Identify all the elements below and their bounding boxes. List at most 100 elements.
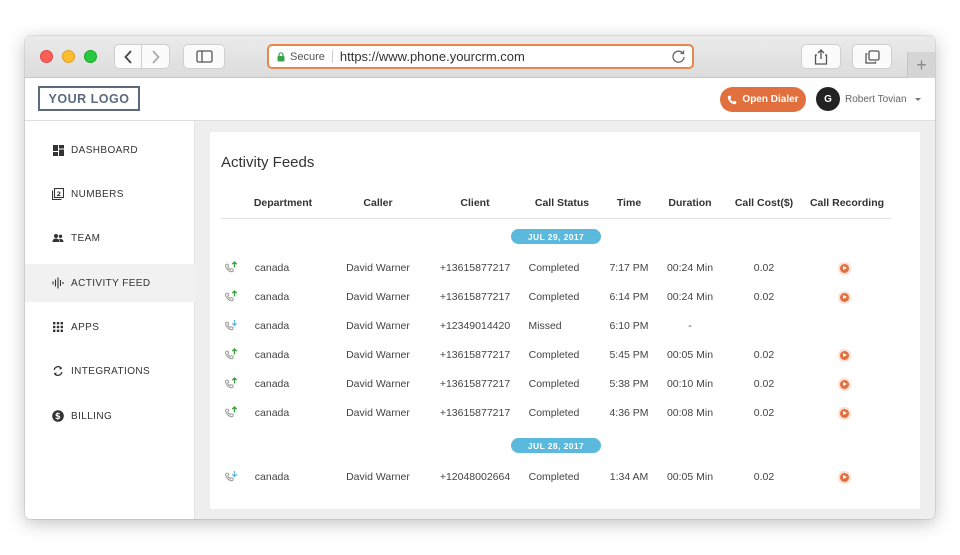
share-icon (814, 48, 828, 65)
open-dialer-button[interactable]: Open Dialer (720, 87, 806, 112)
cell-status: Completed (528, 378, 580, 390)
column-header-call-cost: Call Cost($) (734, 197, 794, 209)
sidebar-item-billing[interactable]: $ BILLING (25, 397, 195, 435)
sidebar-item-integrations[interactable]: INTEGRATIONS (25, 352, 195, 390)
reload-icon (672, 50, 685, 63)
chevron-down-icon[interactable] (915, 98, 921, 101)
close-window-button[interactable] (40, 50, 53, 63)
address-bar[interactable]: Secure https://www.phone.yourcrm.com (267, 44, 694, 69)
waveform-icon (52, 277, 64, 289)
header-divider (221, 218, 891, 219)
table-row[interactable]: canada David Warner +13615877217 Complet… (210, 374, 920, 394)
browser-window: Secure https://www.phone.yourcrm.com + Y… (25, 36, 935, 519)
url-text[interactable]: https://www.phone.yourcrm.com (340, 49, 525, 64)
column-header-department: Department (253, 197, 313, 209)
cell-duration: - (688, 320, 692, 332)
cell-time: 7:17 PM (609, 262, 649, 274)
avatar[interactable]: G (816, 87, 840, 111)
browser-toolbar: Secure https://www.phone.yourcrm.com + (25, 36, 935, 78)
cell-department: canada (254, 349, 290, 361)
cell-client: +13615877217 (439, 378, 511, 390)
svg-text:2: 2 (57, 190, 62, 198)
sidebar-item-activity-feed[interactable]: ACTIVITY FEED (25, 264, 195, 302)
cell-time: 6:14 PM (609, 291, 649, 303)
cell-cost: 0.02 (753, 471, 775, 483)
table-row[interactable]: canada David Warner +13615877217 Complet… (210, 287, 920, 307)
phone-icon (728, 95, 737, 104)
plus-icon: + (916, 54, 927, 75)
page-title: Activity Feeds (221, 154, 315, 171)
cell-status: Completed (528, 349, 580, 361)
table-row[interactable]: canada David Warner +13615877217 Complet… (210, 403, 920, 423)
cell-caller: David Warner (346, 471, 410, 483)
table-row[interactable]: canada David Warner +12048002664 Complet… (210, 467, 920, 487)
cell-status: Completed (528, 407, 580, 419)
incoming-call-icon (224, 471, 238, 482)
column-header-duration: Duration (668, 197, 712, 209)
play-recording-button[interactable] (838, 471, 851, 484)
main-content: Activity Feeds Department Caller Client … (195, 121, 935, 519)
date-group-badge: JUL 28, 2017 (511, 438, 601, 453)
table-row[interactable]: canada David Warner +12349014420 Missed … (210, 316, 920, 336)
back-button[interactable] (114, 44, 142, 69)
outgoing-call-icon (224, 348, 238, 360)
cell-status: Completed (528, 291, 580, 303)
cell-cost: 0.02 (753, 262, 775, 274)
reload-button[interactable] (671, 49, 686, 69)
app-header: YOUR LOGO Open Dialer G Robert Tovian (25, 78, 935, 121)
play-recording-button[interactable] (838, 291, 851, 304)
cell-status: Completed (528, 471, 580, 483)
cell-department: canada (254, 407, 290, 419)
play-recording-button[interactable] (838, 349, 851, 362)
table-row[interactable]: canada David Warner +13615877217 Complet… (210, 345, 920, 365)
cell-status: Missed (528, 320, 562, 332)
sidebar-icon (195, 50, 213, 63)
cell-duration: 00:05 Min (666, 471, 714, 483)
cell-cost: 0.02 (753, 407, 775, 419)
sidebar-item-label: BILLING (71, 410, 113, 422)
cell-time: 5:38 PM (609, 378, 649, 390)
sidebar-item-dashboard[interactable]: DASHBOARD (25, 131, 195, 169)
cell-department: canada (254, 262, 290, 274)
outgoing-call-icon (224, 261, 238, 273)
cell-client: +12048002664 (439, 471, 511, 483)
cell-cost: 0.02 (753, 291, 775, 303)
sidebar-item-label: NUMBERS (71, 188, 124, 200)
sidebar-item-numbers[interactable]: 2 NUMBERS (25, 175, 195, 213)
table-row[interactable]: canada David Warner +13615877217 Complet… (210, 258, 920, 278)
share-button[interactable] (801, 44, 841, 69)
sidebar-item-label: ACTIVITY FEED (71, 277, 151, 289)
cell-duration: 00:24 Min (666, 262, 714, 274)
cell-department: canada (254, 471, 290, 483)
play-recording-button[interactable] (838, 262, 851, 275)
outgoing-call-icon (224, 406, 238, 418)
url-separator (331, 50, 333, 63)
forward-button[interactable] (142, 44, 170, 69)
logo[interactable]: YOUR LOGO (38, 86, 140, 111)
cell-duration: 00:24 Min (666, 291, 714, 303)
column-header-call-recording: Call Recording (809, 197, 885, 209)
cell-department: canada (254, 291, 290, 303)
sidebar-item-apps[interactable]: APPS (25, 308, 195, 346)
sidebar-item-team[interactable]: TEAM (25, 219, 195, 257)
cell-client: +13615877217 (439, 291, 511, 303)
user-name[interactable]: Robert Tovian (845, 94, 907, 105)
new-tab-button[interactable]: + (907, 52, 935, 78)
tabs-overview-button[interactable] (852, 44, 892, 69)
cell-time: 1:34 AM (609, 471, 649, 483)
team-icon (52, 232, 64, 244)
svg-text:$: $ (55, 412, 61, 422)
incoming-call-icon (224, 320, 238, 331)
cell-duration: 00:08 Min (666, 407, 714, 419)
play-recording-button[interactable] (838, 407, 851, 420)
cell-department: canada (254, 320, 290, 332)
minimize-window-button[interactable] (62, 50, 75, 63)
play-recording-button[interactable] (838, 378, 851, 391)
grid-icon (52, 321, 64, 333)
sidebar-item-label: DASHBOARD (71, 144, 138, 156)
cell-client: +12349014420 (439, 320, 511, 332)
sidebar-item-label: INTEGRATIONS (71, 365, 151, 377)
maximize-window-button[interactable] (84, 50, 97, 63)
cell-time: 5:45 PM (609, 349, 649, 361)
sidebar-toggle-button[interactable] (183, 44, 225, 69)
